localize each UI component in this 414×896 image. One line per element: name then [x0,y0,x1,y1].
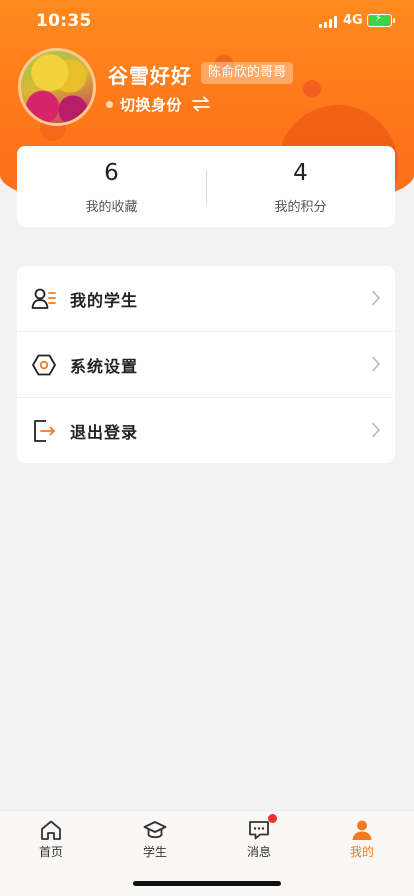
students-icon [31,288,56,309]
graduation-cap-icon [143,821,167,839]
menu-item-logout[interactable]: 退出登录 [17,398,395,463]
stat-label: 我的积分 [274,200,327,215]
tab-students[interactable]: 学生 [125,819,185,860]
message-icon [249,821,269,840]
cellular-signal-icon [319,15,339,28]
switch-identity-button[interactable]: 切换身份 [106,93,211,115]
divider [206,170,207,204]
chevron-right-icon [372,356,381,372]
menu-label: 系统设置 [70,356,139,376]
tab-messages[interactable]: 消息 [229,814,289,860]
menu-item-system-settings[interactable]: 系统设置 [17,332,395,398]
tab-mine[interactable]: 我的 [332,819,392,860]
tab-label: 学生 [142,845,167,859]
home-icon [41,820,61,840]
stats-card: 6 我的收藏 4 我的积分 [17,146,395,227]
logout-icon [34,420,55,442]
tab-label: 我的 [349,845,374,859]
battery-charging-icon [367,13,395,27]
network-type: 4G [343,13,363,28]
stat-favorites[interactable]: 6 我的收藏 [17,146,206,227]
tab-home[interactable]: 首页 [21,819,81,860]
switch-identity-label: 切换身份 [120,95,183,114]
stat-label: 我的收藏 [85,200,138,215]
menu-label: 我的学生 [70,290,139,310]
home-indicator [133,881,281,886]
stat-points[interactable]: 4 我的积分 [206,146,395,227]
chevron-right-icon [372,290,381,306]
stat-value: 4 [293,160,308,186]
tab-label: 消息 [246,845,271,859]
menu-card: 我的学生 系统设置 退出登录 [17,266,395,463]
settings-icon [32,354,56,375]
dot-icon [106,100,113,108]
stat-value: 6 [104,160,119,186]
notification-badge [268,814,277,823]
chevron-right-icon [372,422,381,438]
status-time: 10:35 [36,11,92,31]
avatar[interactable] [18,48,96,126]
tab-label: 首页 [38,845,63,859]
user-icon [352,820,372,840]
menu-item-my-students[interactable]: 我的学生 [17,266,395,332]
username: 谷雪好好 [108,64,192,88]
swap-arrows-icon [192,96,210,112]
menu-label: 退出登录 [70,423,139,442]
status-bar: 10:35 4G [0,0,414,44]
relation-badge: 陈俞欣的哥哥 [201,62,294,84]
